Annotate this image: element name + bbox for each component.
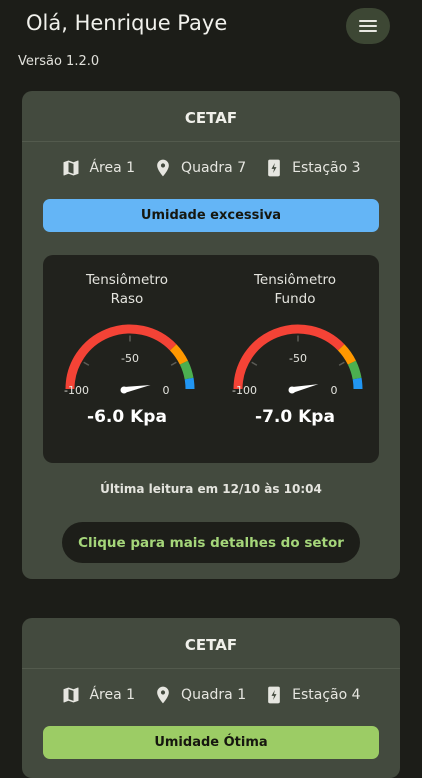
gauge-label: Tensiômetro Raso	[43, 271, 211, 309]
area-label: Área 1	[89, 687, 136, 703]
map-icon	[63, 160, 79, 176]
app-header: Olá, Henrique Paye Versão 1.2.0	[0, 0, 422, 80]
gauge-tick	[251, 361, 258, 366]
gauge-label: Tensiômetro Fundo	[211, 271, 379, 309]
station-device-icon	[268, 686, 280, 704]
gauge-label-line2: Raso	[110, 291, 144, 307]
quadra-label: Quadra 1	[181, 687, 247, 703]
gauge-needle	[123, 384, 151, 393]
app-version: Versão 1.2.0	[18, 54, 100, 69]
estacao-label: Estação 3	[292, 160, 361, 176]
gauge-arc-segment	[347, 360, 362, 380]
station-device-icon	[268, 159, 280, 177]
gauge-max-label: 0	[163, 384, 170, 397]
sector-card: CETAF Área 1 Quadra 7 Estação 3 Umidade …	[22, 91, 400, 579]
gauge-shallow: Tensiômetro Raso -100 -50 0 -6.0 Kpa	[43, 255, 211, 463]
gauge-arc-segment	[179, 360, 194, 380]
estacao-info: Estação 4	[264, 685, 361, 705]
location-pin-icon	[157, 159, 169, 177]
gauge-arc-segment	[184, 377, 195, 390]
card-divider	[22, 141, 400, 142]
gauge-label-line1: Tensiômetro	[85, 272, 169, 288]
gauge-value: -7.0 Kpa	[255, 407, 335, 427]
card-divider	[22, 668, 400, 669]
sector-title: CETAF	[184, 636, 238, 654]
sector-details-button[interactable]: Clique para mais detalhes do setor	[62, 522, 360, 563]
last-reading: Última leitura em 12/10 às 10:04	[100, 482, 322, 496]
hamburger-menu-icon	[359, 20, 377, 32]
gauge-value: -6.0 Kpa	[87, 407, 167, 427]
area-info: Área 1	[61, 158, 135, 178]
gauge-deep: Tensiômetro Fundo -100 -50 0 -7.0 Kpa	[211, 255, 379, 463]
estacao-info: Estação 3	[264, 158, 361, 178]
gauge-arc-segment	[337, 344, 356, 365]
gauge-arc-segment	[352, 377, 363, 390]
gauge-arc-segment	[169, 344, 188, 365]
gauge-dial: -100 -50 0	[232, 324, 363, 397]
map-icon	[63, 687, 79, 703]
area-info: Área 1	[61, 685, 135, 705]
gauge-needle-pivot	[288, 386, 296, 394]
quadra-info: Quadra 1	[153, 685, 246, 705]
area-label: Área 1	[89, 160, 136, 176]
gauge-mid-label: -50	[289, 352, 307, 365]
gauge-tick	[170, 361, 177, 366]
gauge-tick	[83, 361, 90, 366]
status-badge: Umidade Ótima	[43, 726, 379, 759]
quadra-info: Quadra 7	[153, 158, 246, 178]
gauge-needle-pivot	[120, 386, 128, 394]
sector-location: Área 1 Quadra 1 Estação 4	[22, 684, 400, 706]
sector-location: Área 1 Quadra 7 Estação 3	[22, 157, 400, 179]
status-badge: Umidade excessiva	[43, 199, 379, 232]
quadra-label: Quadra 7	[181, 160, 247, 176]
gauge-dial: -100 -50 0	[64, 324, 195, 397]
sector-title: CETAF	[184, 109, 238, 127]
gauge-label-line2: Fundo	[274, 291, 316, 307]
gauge-max-label: 0	[331, 384, 338, 397]
gauge-panel: Tensiômetro Raso -100 -50 0 -6.0 Kpa Tensi…	[43, 255, 379, 463]
location-pin-icon	[157, 686, 169, 704]
gauge-needle	[291, 384, 319, 393]
sector-card: CETAF Área 1 Quadra 1 Estação 4 Umidade …	[22, 618, 400, 778]
gauge-mid-label: -50	[121, 352, 139, 365]
estacao-label: Estação 4	[292, 687, 361, 703]
gauge-label-line1: Tensiômetro	[253, 272, 337, 288]
gauge-min-label: -100	[232, 384, 257, 397]
gauge-tick	[338, 361, 345, 366]
menu-button[interactable]	[346, 8, 390, 44]
gauge-min-label: -100	[64, 384, 89, 397]
greeting-text: Olá, Henrique Paye	[26, 11, 228, 35]
